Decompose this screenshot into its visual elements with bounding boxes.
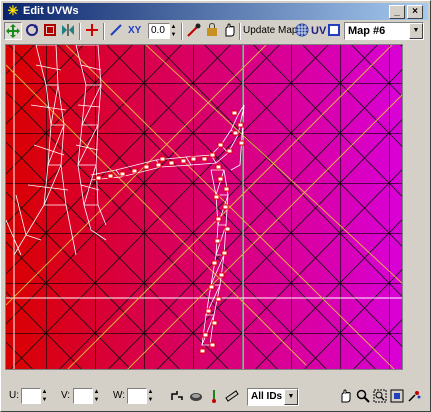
editor-icon: ✳	[7, 3, 19, 18]
break-icon[interactable]	[168, 388, 186, 406]
viewport-side-panel	[403, 44, 428, 370]
v-value-field[interactable]	[73, 388, 93, 404]
weld-icon[interactable]	[185, 22, 203, 40]
move-icon[interactable]	[4, 22, 22, 40]
toolbar: XY 0.0 ▲ ▼ Update Map UV Map #6 ▼	[3, 21, 428, 43]
v-spinner[interactable]: ▲ ▼	[93, 388, 100, 404]
chevron-down-icon[interactable]: ▼	[409, 23, 423, 39]
rotate-icon[interactable]	[23, 22, 41, 40]
show-map-icon[interactable]	[325, 22, 343, 40]
minimize-button[interactable]: _	[389, 5, 405, 19]
w-value-field[interactable]	[127, 388, 147, 404]
title-bar: ✳ Edit UVWs _ ×	[3, 3, 428, 20]
u-value-field[interactable]	[21, 388, 41, 404]
v-label: V:	[61, 390, 71, 401]
close-button[interactable]: ×	[407, 5, 423, 19]
map-selector-value: Map #6	[348, 25, 386, 37]
uv-toggle-button[interactable]: UV	[311, 22, 326, 40]
u-spinner[interactable]: ▲ ▼	[41, 388, 48, 404]
add-vertex-icon[interactable]	[83, 22, 101, 40]
window-title: Edit UVWs	[23, 5, 79, 17]
chevron-down-icon[interactable]: ▼	[284, 389, 298, 405]
u-label: U:	[9, 390, 19, 401]
free-form-icon[interactable]	[221, 22, 239, 40]
ids-selector[interactable]: All IDs ▼	[247, 388, 299, 406]
hand-pan-icon[interactable]	[337, 388, 355, 406]
uv-canvas[interactable]	[5, 44, 403, 370]
draw-line-icon[interactable]	[107, 22, 125, 40]
lock-icon[interactable]	[203, 22, 221, 40]
uv-map-svg[interactable]	[6, 45, 403, 370]
rotate-ccw-icon[interactable]	[205, 388, 223, 406]
rotation-value-field[interactable]: 0.0	[148, 23, 170, 39]
w-spinner[interactable]: ▲ ▼	[147, 388, 154, 404]
mirror-icon[interactable]	[59, 22, 77, 40]
map-selector[interactable]: Map #6 ▼	[344, 22, 424, 40]
zoom-extents-icon[interactable]	[388, 388, 406, 406]
ids-selector-value: All IDs	[251, 391, 283, 402]
filter-icon[interactable]	[405, 388, 423, 406]
uv-viewport	[5, 44, 428, 374]
axis-toggle-button[interactable]: XY	[128, 22, 141, 40]
zoom-region-icon[interactable]	[371, 388, 389, 406]
update-map-button[interactable]: Update Map	[243, 22, 297, 40]
checker-icon[interactable]	[293, 22, 311, 40]
snap-icon[interactable]	[223, 388, 241, 406]
rotation-spinner[interactable]: ▲ ▼	[170, 23, 177, 39]
scale-icon[interactable]	[41, 22, 59, 40]
status-bar: U: ▲ ▼ V: ▲ ▼ W: ▲ ▼ All IDs ▼	[3, 385, 428, 409]
w-label: W:	[113, 390, 126, 401]
rotate-cw-icon[interactable]	[187, 388, 205, 406]
edit-uvws-window: ✳ Edit UVWs _ × XY 0.0 ▲ ▼ Update Map UV…	[0, 0, 431, 412]
zoom-icon[interactable]	[354, 388, 372, 406]
